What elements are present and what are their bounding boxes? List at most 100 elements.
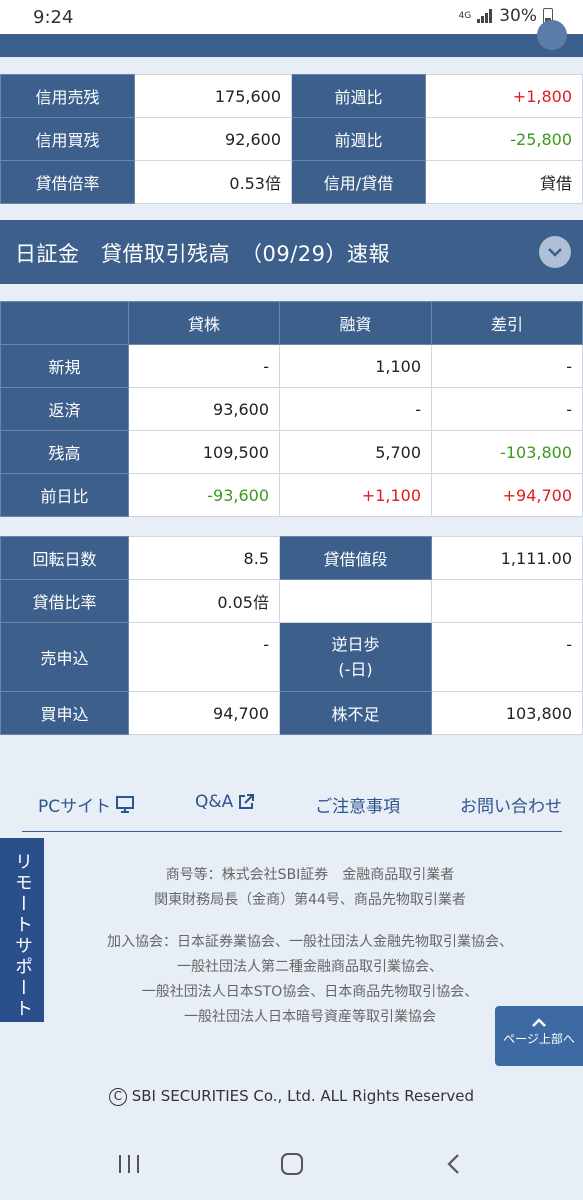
recent-apps-icon[interactable] <box>117 1153 141 1175</box>
pc-site-label: PCサイト <box>38 797 112 817</box>
row-label: 新規 <box>0 344 129 388</box>
empty-cell <box>431 579 583 623</box>
value-cell: 109,500 <box>128 430 280 474</box>
page-top-button[interactable]: ページ上部へ <box>495 1006 583 1066</box>
value-cell: 0.53倍 <box>134 160 292 204</box>
back-icon[interactable] <box>446 1153 462 1175</box>
value-cell: 94,700 <box>128 691 280 735</box>
status-bar: 9:24 4G 30% <box>0 0 583 34</box>
chevron-down-icon[interactable] <box>539 236 571 268</box>
corner-cell <box>0 301 129 345</box>
value-cell: +94,700 <box>431 473 583 517</box>
label-cell: 買申込 <box>0 691 129 735</box>
status-time: 9:24 <box>33 7 74 28</box>
row-label: 残高 <box>0 430 129 474</box>
label-cell: 貸借比率 <box>0 579 129 623</box>
label-cell: 信用買残 <box>0 117 135 161</box>
value-cell: - <box>128 622 280 692</box>
page-top-label: ページ上部へ <box>503 1032 575 1046</box>
footer-links: PCサイト Q&A ご注意事項 お問い合わせ <box>22 792 562 832</box>
company-info: 商号等：株式会社SBI証券 金融商品取引業者 関東財務局長（金商）第44号、商品… <box>60 863 560 913</box>
collapse-toggle-icon[interactable] <box>537 20 567 50</box>
notes-label: ご注意事項 <box>315 797 401 817</box>
label-cell: 信用/貸借 <box>291 160 426 204</box>
remote-support-button[interactable]: リモートサポート <box>0 838 44 1022</box>
table-row: 前日比 -93,600 +1,100 +94,700 <box>0 473 583 517</box>
table-row: 信用買残 92,600 前週比 -25,800 <box>0 117 583 161</box>
label-cell: 貸借倍率 <box>0 160 135 204</box>
value-cell: 1,111.00 <box>431 536 583 580</box>
association-info: 加入協会：日本証券業協会、一般社団法人金融先物取引業協会、 一般社団法人第二種金… <box>60 930 560 1030</box>
value-cell: 175,600 <box>134 74 292 118</box>
table-row: 新規 - 1,100 - <box>0 344 583 388</box>
home-icon[interactable] <box>280 1153 304 1175</box>
value-cell: 8.5 <box>128 536 280 580</box>
value-cell: 103,800 <box>431 691 583 735</box>
table-row: 貸借倍率 0.53倍 信用/貸借 貸借 <box>0 160 583 204</box>
value-cell: 5,700 <box>279 430 432 474</box>
table-row: 残高 109,500 5,700 -103,800 <box>0 430 583 474</box>
association-line: 加入協会：日本証券業協会、一般社団法人金融先物取引業協会、 <box>107 934 513 950</box>
table-row: 買申込 94,700 株不足 103,800 <box>0 691 583 735</box>
network-icon: 4G <box>458 10 472 21</box>
stats-table: 回転日数 8.5 貸借値段 1,111.00 貸借比率 0.05倍 売申込 - … <box>0 536 583 735</box>
value-cell: - <box>279 387 432 431</box>
label-cell: 前週比 <box>291 117 426 161</box>
association-line: 一般社団法人第二種金融商品取引業協会、 <box>177 959 443 975</box>
value-cell: - <box>431 387 583 431</box>
monitor-icon <box>116 795 135 813</box>
value-cell: 1,100 <box>279 344 432 388</box>
faq-link[interactable]: Q&A <box>195 792 255 812</box>
copyright-text: SBI SECURITIES Co., Ltd. ALL Rights Rese… <box>131 1087 475 1105</box>
value-cell: - <box>128 344 280 388</box>
column-header: 貸株 <box>128 301 280 345</box>
value-cell: -93,600 <box>128 473 280 517</box>
label-cell: 前週比 <box>291 74 426 118</box>
signal-icon <box>477 9 493 23</box>
value-cell: -103,800 <box>431 430 583 474</box>
association-line: 一般社団法人日本暗号資産等取引業協会 <box>184 1009 436 1025</box>
row-label: 前日比 <box>0 473 129 517</box>
pc-site-link[interactable]: PCサイト <box>22 792 135 817</box>
label-cell: 売申込 <box>0 622 129 692</box>
table-row: 返済 93,600 - - <box>0 387 583 431</box>
row-label: 返済 <box>0 387 129 431</box>
value-cell: 92,600 <box>134 117 292 161</box>
label-cell: 貸借値段 <box>279 536 432 580</box>
change-cell: +1,800 <box>425 74 583 118</box>
reverse-daily-rate-label: 逆日歩 <box>331 635 380 654</box>
table-row: 回転日数 8.5 貸借値段 1,111.00 <box>0 536 583 580</box>
change-cell: -25,800 <box>425 117 583 161</box>
company-line: 関東財務局長（金商）第44号、商品先物取引業者 <box>154 892 466 908</box>
lending-table: 貸株 融資 差引 新規 - 1,100 - 返済 93,600 - - 残高 1… <box>0 301 583 517</box>
value-cell: - <box>431 622 583 692</box>
column-header: 差引 <box>431 301 583 345</box>
chevron-up-icon <box>532 1018 546 1027</box>
label-cell: 株不足 <box>279 691 432 735</box>
battery-percent: 30% <box>499 6 537 26</box>
notes-link[interactable]: ご注意事項 <box>315 792 400 817</box>
association-line: 一般社団法人日本STO協会、日本商品先物取引協会、 <box>141 984 479 1000</box>
column-header: 融資 <box>279 301 432 345</box>
copyright: C SBI SECURITIES Co., Ltd. ALL Rights Re… <box>0 1087 583 1106</box>
label-cell: 信用売残 <box>0 74 135 118</box>
empty-cell <box>279 579 432 623</box>
value-cell: - <box>431 344 583 388</box>
label-cell: 逆日歩 (-日) <box>279 622 432 692</box>
copyright-icon: C <box>108 1087 127 1106</box>
table-row: 貸借比率 0.05倍 <box>0 579 583 623</box>
contact-link[interactable]: お問い合わせ <box>460 792 562 817</box>
top-header-band <box>0 20 583 57</box>
label-cell: 回転日数 <box>0 536 129 580</box>
status-icons: 4G 30% <box>458 6 553 26</box>
value-cell: 0.05倍 <box>128 579 280 623</box>
contact-label: お問い合わせ <box>459 797 562 817</box>
external-link-icon <box>239 794 255 809</box>
value-cell: 貸借 <box>425 160 583 204</box>
company-line: 商号等：株式会社SBI証券 金融商品取引業者 <box>165 867 455 883</box>
table-header-row: 貸株 融資 差引 <box>0 301 583 345</box>
value-cell: 93,600 <box>128 387 280 431</box>
table-row: 信用売残 175,600 前週比 +1,800 <box>0 74 583 118</box>
value-cell: +1,100 <box>279 473 432 517</box>
section-header[interactable]: 日証金 貸借取引残高 （09/29）速報 <box>0 220 583 284</box>
